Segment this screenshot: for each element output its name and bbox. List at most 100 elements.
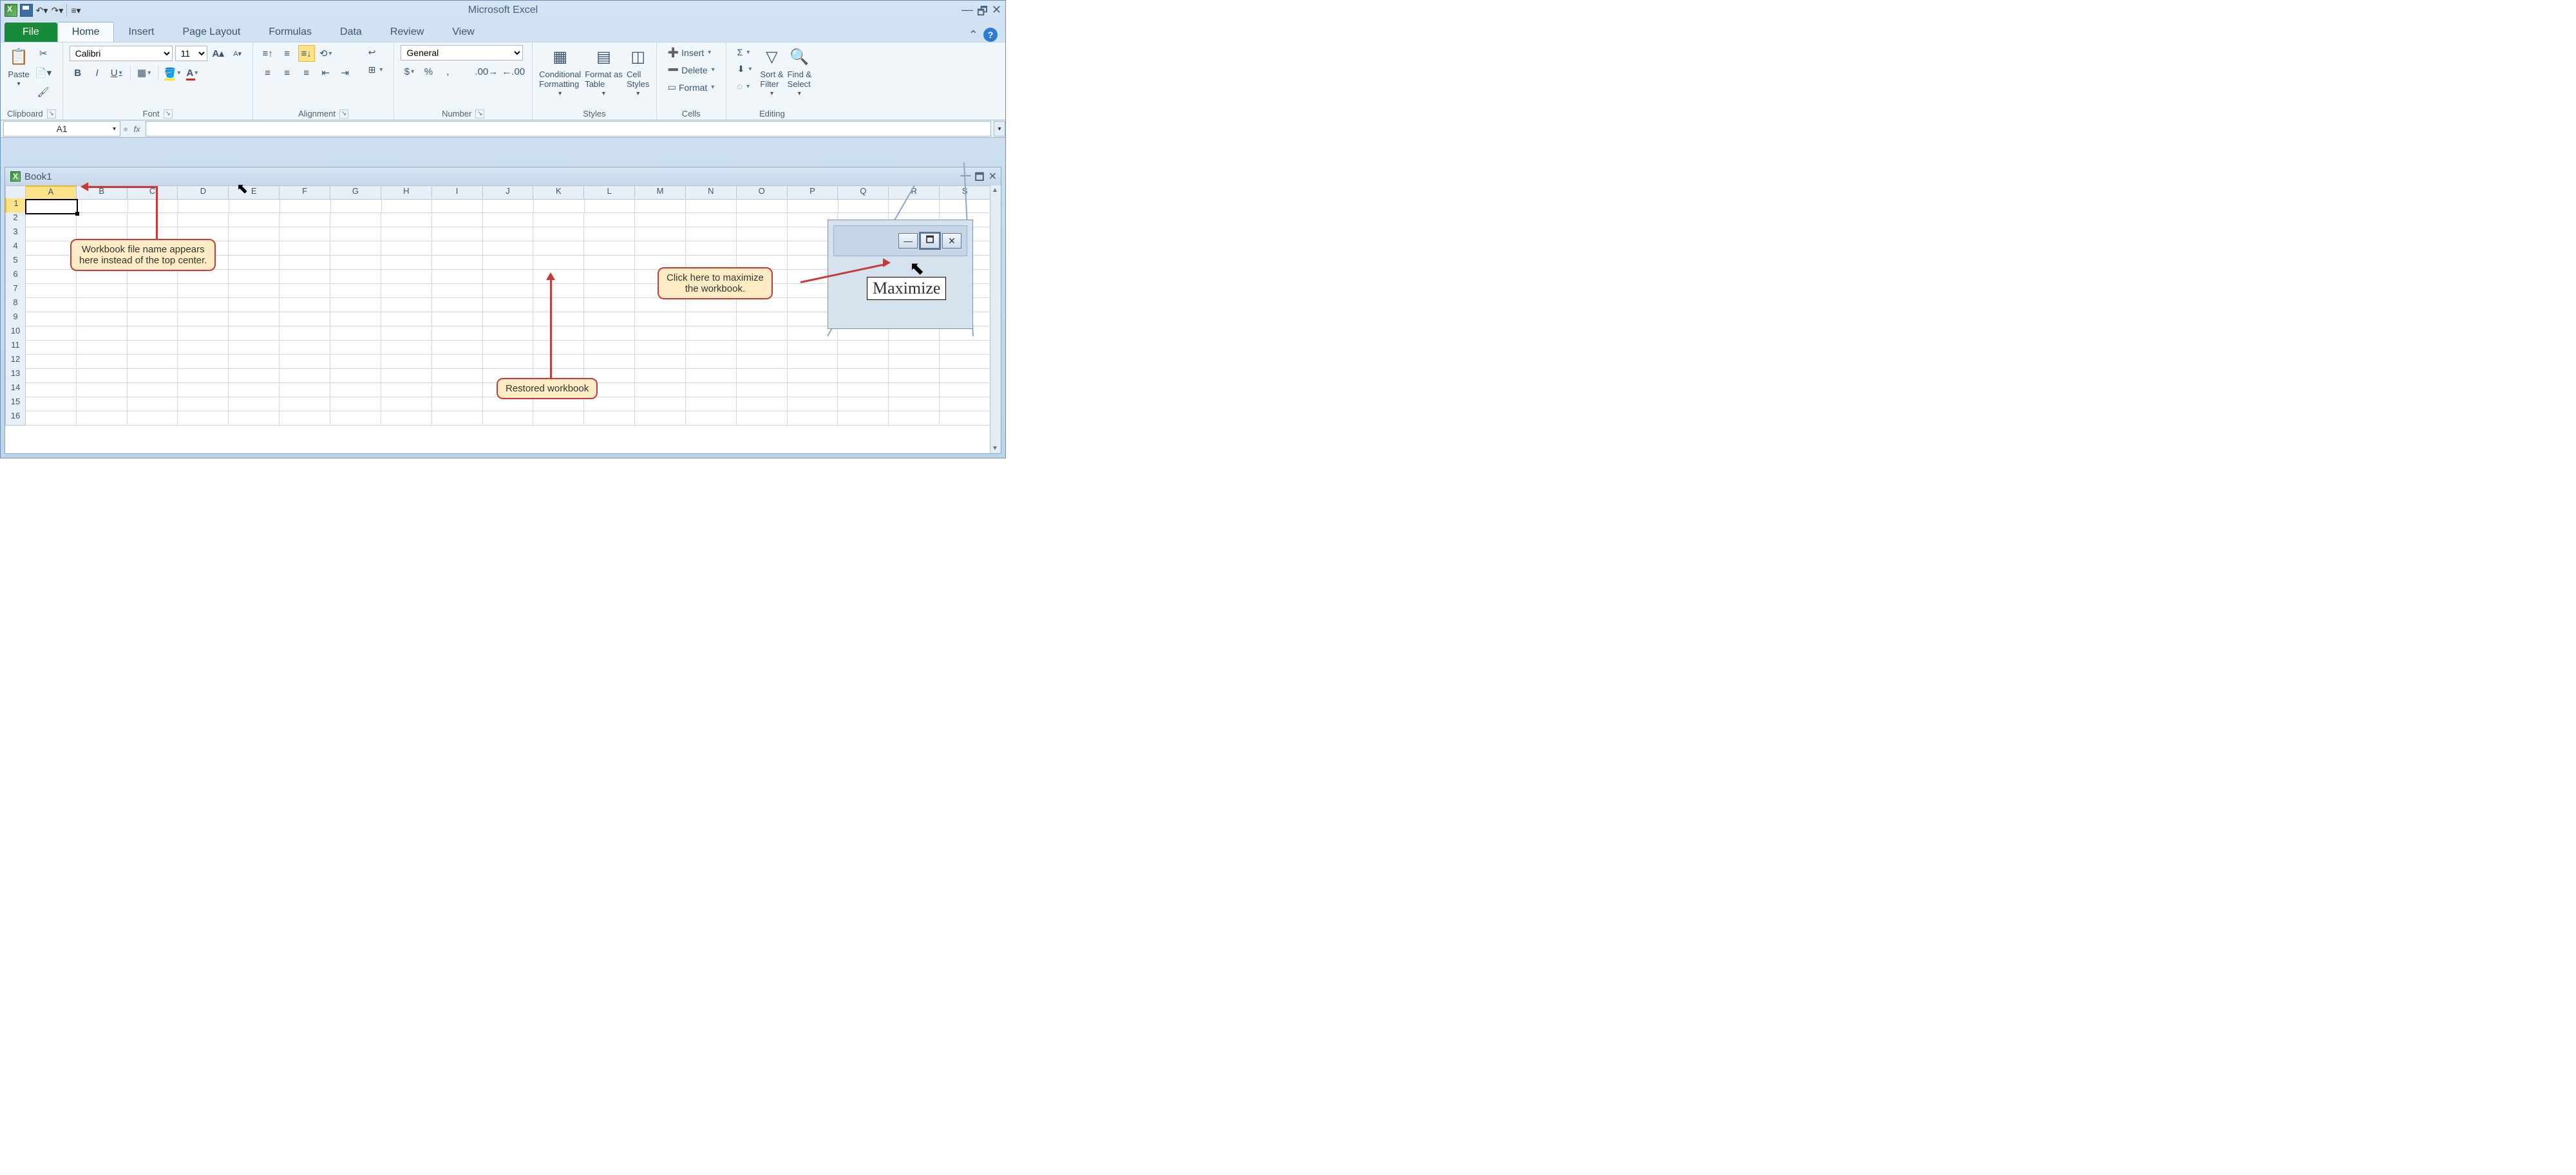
cell[interactable] [635, 368, 686, 383]
tab-review[interactable]: Review [376, 23, 438, 42]
cell[interactable] [889, 340, 940, 355]
app-restore-icon[interactable]: 🗗 [977, 3, 988, 23]
cell[interactable] [77, 411, 128, 426]
cell[interactable] [381, 340, 432, 355]
cell[interactable] [279, 297, 330, 312]
italic-icon[interactable]: I [89, 64, 106, 81]
row-header[interactable]: 5 [5, 255, 26, 270]
cell[interactable] [381, 283, 432, 298]
cell[interactable] [635, 312, 686, 326]
column-header[interactable]: F [279, 185, 330, 200]
cell[interactable] [330, 368, 381, 383]
cell[interactable] [788, 340, 838, 355]
cell[interactable] [940, 397, 990, 411]
cell[interactable] [889, 411, 940, 426]
cell[interactable] [279, 382, 330, 397]
cell[interactable] [584, 255, 635, 270]
cell[interactable] [26, 312, 77, 326]
cell[interactable] [128, 283, 178, 298]
cell[interactable] [686, 354, 737, 369]
align-middle-icon[interactable]: ≡ [279, 45, 296, 62]
row-header[interactable]: 11 [5, 340, 26, 355]
cell[interactable] [330, 283, 381, 298]
cell[interactable] [77, 326, 128, 341]
cell[interactable] [26, 297, 77, 312]
cell[interactable] [178, 411, 229, 426]
cell[interactable] [26, 198, 77, 213]
cell[interactable] [381, 241, 432, 256]
cell[interactable] [128, 198, 179, 213]
row-header[interactable]: 2 [5, 212, 26, 227]
column-header[interactable]: N [686, 185, 737, 200]
minimize-ribbon-icon[interactable]: ⌃ [969, 28, 978, 42]
cell[interactable] [77, 354, 128, 369]
find-select-button[interactable]: 🔍Find & Select▾ [788, 45, 812, 97]
cell[interactable] [788, 397, 838, 411]
vertical-scrollbar[interactable] [990, 185, 1001, 453]
cell[interactable] [279, 255, 330, 270]
increase-decimal-icon[interactable]: .00→ [474, 63, 498, 80]
borders-icon[interactable]: ▦ [136, 64, 153, 81]
autosum-button[interactable]: Σ [733, 45, 757, 59]
cell[interactable] [178, 354, 229, 369]
cell[interactable] [128, 326, 178, 341]
cell[interactable] [77, 340, 128, 355]
cell[interactable] [533, 354, 584, 369]
formula-expand-icon[interactable]: ▾ [994, 121, 1005, 136]
cell[interactable] [330, 411, 381, 426]
row-header[interactable]: 7 [5, 283, 26, 298]
align-bottom-icon[interactable]: ≡↓ [298, 45, 315, 62]
cell[interactable] [533, 283, 584, 298]
cell[interactable] [280, 198, 331, 213]
font-size-combo[interactable]: 11 [175, 46, 207, 61]
cell[interactable] [381, 312, 432, 326]
align-left-icon[interactable]: ≡ [260, 64, 276, 81]
paste-button[interactable]: 📋 Paste ▾ [7, 45, 30, 88]
cell[interactable] [279, 227, 330, 241]
cell[interactable] [178, 397, 229, 411]
cell[interactable] [229, 227, 279, 241]
cell[interactable] [77, 198, 128, 213]
grow-font-icon[interactable]: A▴ [210, 45, 227, 62]
cell[interactable] [686, 198, 737, 213]
cell[interactable] [940, 382, 990, 397]
cell[interactable] [737, 411, 788, 426]
cell[interactable] [737, 340, 788, 355]
cell[interactable] [584, 269, 635, 284]
alignment-launcher-icon[interactable]: ↘ [339, 109, 348, 118]
cell[interactable] [279, 326, 330, 341]
cell[interactable] [838, 368, 889, 383]
cell[interactable] [77, 283, 128, 298]
cell[interactable] [432, 382, 483, 397]
cell[interactable] [128, 297, 178, 312]
cell[interactable] [483, 255, 534, 270]
cell[interactable] [838, 198, 889, 213]
cell[interactable] [432, 312, 483, 326]
cell[interactable] [737, 198, 788, 213]
cell[interactable] [584, 340, 635, 355]
cell[interactable] [229, 241, 279, 256]
name-box[interactable]: A1 [3, 121, 120, 136]
cell[interactable] [737, 241, 788, 256]
cell[interactable] [737, 382, 788, 397]
orientation-icon[interactable]: ⟲ [317, 45, 334, 62]
cell[interactable] [432, 326, 483, 341]
cell[interactable] [635, 297, 686, 312]
cell[interactable] [940, 411, 990, 426]
tab-view[interactable]: View [438, 23, 488, 42]
cell[interactable] [686, 241, 737, 256]
cell[interactable] [229, 297, 279, 312]
align-center-icon[interactable]: ≡ [279, 64, 296, 81]
cell[interactable] [686, 340, 737, 355]
cell[interactable] [26, 212, 77, 227]
cell[interactable] [229, 269, 279, 284]
cell[interactable] [432, 212, 483, 227]
cell[interactable] [585, 198, 636, 213]
cell[interactable] [382, 198, 433, 213]
cell[interactable] [838, 397, 889, 411]
cell[interactable] [229, 326, 279, 341]
cell[interactable] [838, 340, 889, 355]
clear-button[interactable]: ◌ [733, 79, 757, 93]
cell[interactable] [279, 312, 330, 326]
format-cells-button[interactable]: ▭ Format [663, 80, 719, 95]
